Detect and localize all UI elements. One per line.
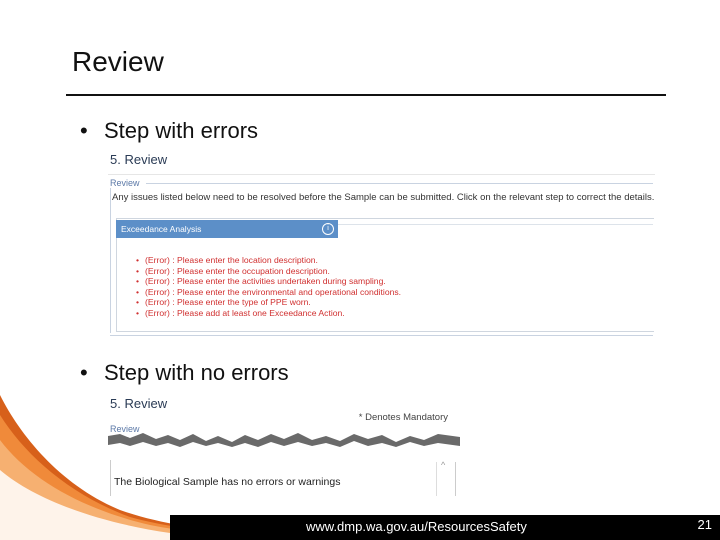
screenshot-with-errors: 5. Review Review Any issues listed below… — [108, 150, 655, 338]
bullet-step-with-no-errors: • Step with no errors — [80, 360, 289, 386]
error-item[interactable]: (Error) : Please enter the occupation de… — [136, 266, 401, 277]
review-legend: Review — [108, 178, 142, 188]
title-divider — [66, 94, 666, 96]
caret-up-icon[interactable]: ^ — [441, 460, 445, 470]
footer-url[interactable]: www.dmp.wa.gov.au/ResourcesSafety — [306, 519, 527, 534]
step-heading: 5. Review — [110, 152, 168, 167]
torn-edge — [108, 433, 460, 447]
error-item[interactable]: (Error) : Please enter the environmental… — [136, 287, 401, 298]
error-list: (Error) : Please enter the location desc… — [136, 255, 401, 319]
screenshot-no-errors: 5. Review * Denotes Mandatory Review ^ T… — [108, 394, 460, 500]
exceedance-tab-divider — [338, 224, 653, 225]
mandatory-note: * Denotes Mandatory — [358, 412, 448, 423]
error-item[interactable]: (Error) : Please add at least one Exceed… — [136, 308, 401, 319]
review-fieldset-bottom — [110, 335, 653, 336]
error-item[interactable]: (Error) : Please enter the type of PPE w… — [136, 297, 401, 308]
bullet-glyph: • — [80, 360, 88, 385]
review-fieldset-left — [110, 183, 111, 333]
info-icon[interactable]: i — [322, 223, 334, 235]
step-heading: 5. Review — [110, 396, 168, 411]
exceedance-tab-label: Exceedance Analysis — [121, 224, 202, 234]
bullet-label: Step with no errors — [104, 360, 289, 385]
review-fieldset-top — [146, 183, 653, 184]
footer-bar: www.dmp.wa.gov.au/ResourcesSafety 21 — [170, 515, 720, 540]
scroll-side[interactable]: ^ — [436, 460, 456, 496]
issues-instruction: Any issues listed below need to be resol… — [112, 192, 655, 203]
heading-divider — [108, 174, 655, 175]
error-item[interactable]: (Error) : Please enter the location desc… — [136, 255, 401, 266]
exceedance-analysis-tab[interactable]: Exceedance Analysis i — [116, 220, 338, 238]
page-number: 21 — [697, 517, 712, 532]
bullet-glyph: • — [80, 118, 88, 143]
slide-title: Review — [72, 46, 164, 77]
bullet-step-with-errors: • Step with errors — [80, 118, 258, 144]
no-errors-message: The Biological Sample has no errors or w… — [114, 476, 341, 488]
error-item[interactable]: (Error) : Please enter the activities un… — [136, 276, 401, 287]
bullet-label: Step with errors — [104, 118, 259, 143]
